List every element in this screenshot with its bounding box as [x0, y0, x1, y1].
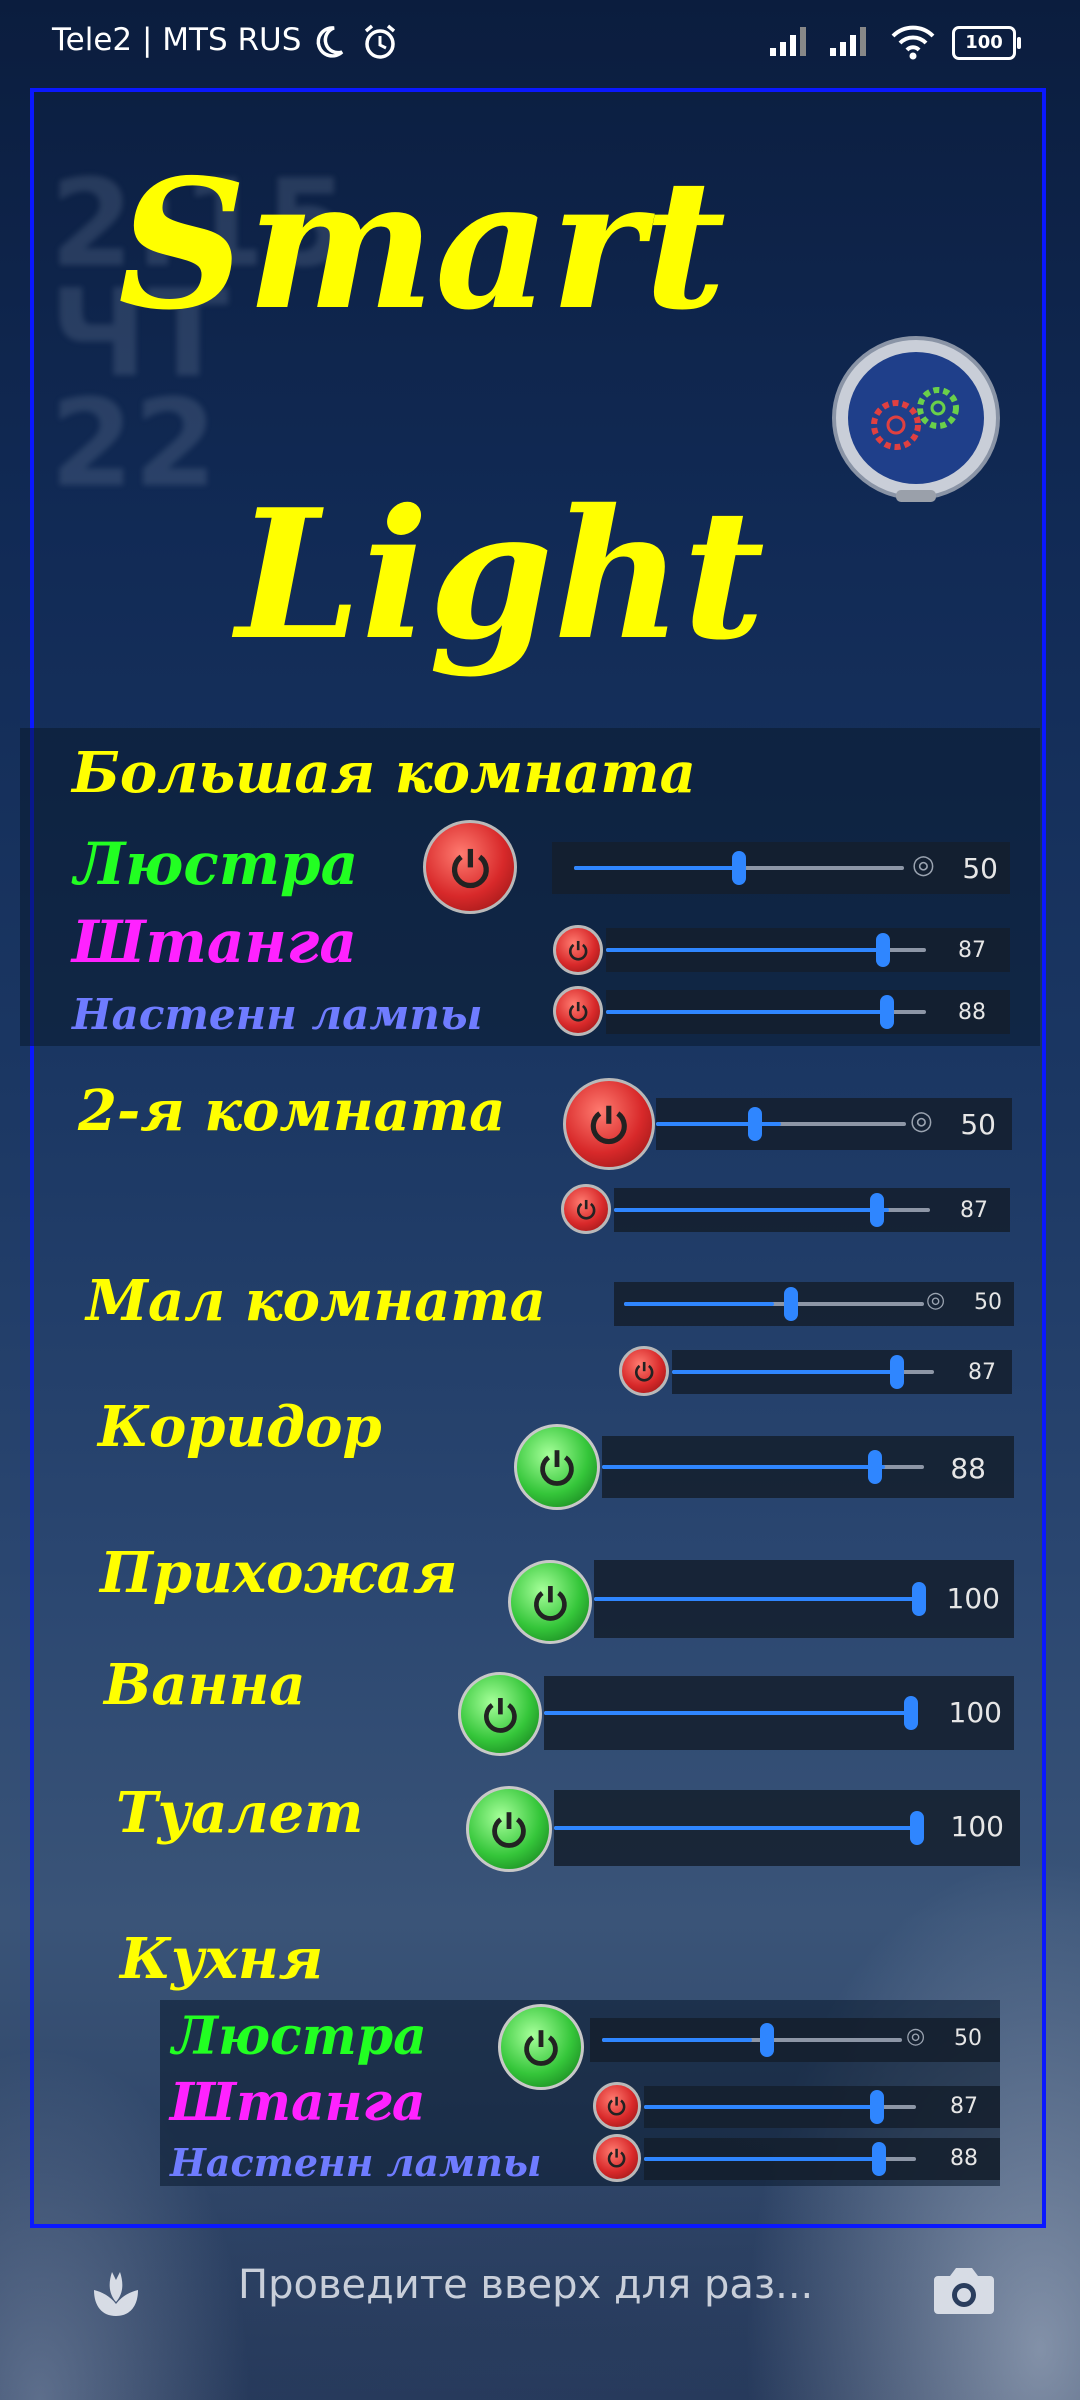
slider-small-main[interactable]: ◎ 50: [614, 1282, 1014, 1326]
room-title-hall: Прихожая: [100, 1540, 458, 1606]
slider-bath[interactable]: 100: [544, 1676, 1014, 1750]
moon-icon: [316, 26, 344, 58]
power-icon: [540, 1450, 574, 1486]
power-icon: [568, 940, 588, 961]
power-button-hall[interactable]: [508, 1560, 592, 1644]
power-button-big-chandelier[interactable]: [423, 820, 517, 914]
slider-big-chandelier[interactable]: ◎ 50: [552, 842, 1010, 894]
power-button-corridor[interactable]: [514, 1424, 600, 1510]
swipe-hint: Проведите вверх для раз...: [238, 2262, 814, 2308]
alarm-icon: [364, 24, 396, 59]
power-button-big-rod[interactable]: [553, 925, 603, 975]
room-title-small: Мал комната: [86, 1268, 546, 1334]
slider-big-wall[interactable]: 88: [606, 990, 1010, 1034]
slider-small-sub[interactable]: 87: [672, 1350, 1012, 1394]
camera-icon[interactable]: [930, 2260, 998, 2320]
label-big-chandelier: Люстра: [74, 830, 359, 898]
room-title-big: Большая комната: [72, 740, 696, 806]
carrier-label: Tele2 | MTS RUS: [52, 22, 302, 58]
value-second-main: 50: [960, 1108, 996, 1141]
title-light: Light: [236, 470, 765, 679]
value-big-chandelier: 50: [962, 852, 998, 885]
power-icon: [591, 1105, 627, 1145]
value-kitchen-rod: 87: [950, 2094, 978, 2119]
eye-icon: ◎: [926, 1288, 946, 1313]
room-title-second: 2-я комната: [78, 1078, 506, 1144]
power-button-second-main[interactable]: [563, 1078, 655, 1170]
slider-hall[interactable]: 100: [594, 1560, 1014, 1638]
slider-second-main[interactable]: ◎ 50: [656, 1098, 1012, 1150]
value-big-rod: 87: [958, 938, 986, 963]
eye-icon: ◎: [912, 850, 935, 880]
value-hall: 100: [946, 1582, 1000, 1615]
power-icon: [568, 1001, 588, 1022]
room-title-bath: Ванна: [104, 1652, 306, 1718]
value-kitchen-chandelier: 50: [954, 2026, 982, 2051]
slider-corridor[interactable]: 88: [602, 1436, 1014, 1498]
room-title-corridor: Коридор: [98, 1394, 382, 1460]
label-big-rod: Штанга: [72, 908, 357, 976]
power-button-kitchen-chandelier[interactable]: [498, 2004, 584, 2090]
label-kitchen-wall: Настенн лампы: [170, 2140, 542, 2185]
value-second-sub: 87: [960, 1198, 988, 1223]
eye-icon: ◎: [906, 2024, 926, 2049]
power-icon: [451, 848, 489, 888]
signal-icon: [770, 27, 806, 56]
power-button-kitchen-rod[interactable]: [593, 2082, 641, 2130]
power-button-bath[interactable]: [458, 1672, 542, 1756]
status-bar: Tele2 | MTS RUS 100: [0, 0, 1080, 84]
title-smart: Smart: [118, 140, 727, 349]
power-icon: [533, 1585, 567, 1621]
slider-kitchen-wall[interactable]: 88: [644, 2138, 1000, 2180]
room-title-kitchen: Кухня: [120, 1926, 324, 1992]
power-icon: [524, 2030, 558, 2066]
value-big-wall: 88: [958, 1000, 986, 1025]
power-button-toilet[interactable]: [466, 1786, 552, 1872]
slider-kitchen-chandelier[interactable]: ◎ 50: [590, 2018, 1000, 2062]
eye-icon: ◎: [910, 1106, 933, 1136]
tulip-icon[interactable]: [84, 2258, 148, 2322]
power-button-second-sub[interactable]: [561, 1184, 611, 1234]
slider-big-rod[interactable]: 87: [606, 928, 1010, 972]
slider-second-sub[interactable]: 87: [614, 1188, 1010, 1232]
power-icon: [576, 1199, 596, 1220]
power-icon: [608, 2149, 626, 2168]
wifi-icon: [891, 25, 935, 60]
slider-kitchen-rod[interactable]: 87: [644, 2086, 1000, 2128]
label-kitchen-rod: Штанга: [170, 2072, 426, 2133]
value-corridor: 88: [950, 1452, 986, 1485]
power-icon: [634, 1361, 654, 1382]
room-title-toilet: Туалет: [116, 1780, 364, 1846]
slider-toilet[interactable]: 100: [554, 1790, 1020, 1866]
gears-icon[interactable]: [826, 330, 1006, 510]
power-icon: [492, 1812, 526, 1848]
value-kitchen-wall: 88: [950, 2146, 978, 2171]
value-small-sub: 87: [968, 1360, 996, 1385]
signal-icon: [830, 27, 866, 56]
power-icon: [608, 2097, 626, 2116]
value-small-main: 50: [974, 1290, 1002, 1315]
power-icon: [483, 1697, 517, 1733]
power-button-kitchen-wall[interactable]: [593, 2134, 641, 2182]
battery-icon: 100: [952, 26, 1021, 60]
power-button-big-wall[interactable]: [553, 986, 603, 1036]
label-kitchen-chandelier: Люстра: [172, 2006, 427, 2067]
value-bath: 100: [948, 1696, 1002, 1729]
label-big-wall: Настенн лампы: [72, 990, 483, 1039]
power-button-small-sub[interactable]: [619, 1346, 669, 1396]
value-toilet: 100: [950, 1810, 1004, 1843]
